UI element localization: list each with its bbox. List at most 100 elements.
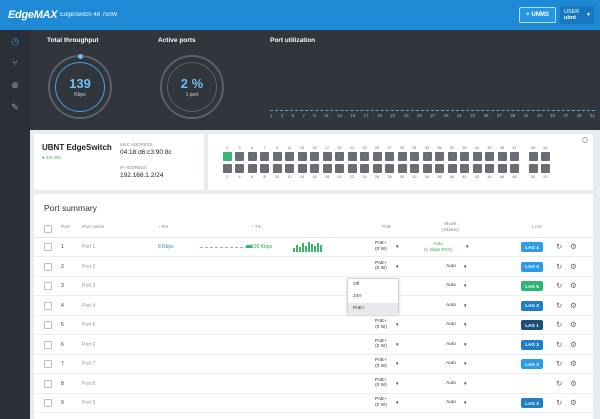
chevron-down-icon[interactable]: ▼ <box>463 322 467 327</box>
gear-icon[interactable]: ⚙ <box>570 262 577 271</box>
refresh-icon[interactable]: ↻ <box>556 281 562 290</box>
chevron-down-icon[interactable]: ▼ <box>463 381 467 386</box>
gear-icon[interactable]: ⚙ <box>570 398 577 407</box>
port-map-port[interactable] <box>322 164 332 173</box>
port-map-port[interactable] <box>385 164 394 173</box>
port-map-port[interactable] <box>360 164 369 173</box>
gear-icon[interactable]: ⚙ <box>570 301 577 310</box>
port-map-port[interactable] <box>541 164 550 173</box>
port-map-port[interactable] <box>528 164 538 173</box>
chevron-down-icon[interactable]: ▼ <box>463 400 467 405</box>
port-map-port[interactable] <box>422 164 432 173</box>
port-map-port[interactable] <box>297 152 307 161</box>
port-map-port[interactable] <box>447 164 457 173</box>
lag-badge[interactable]: LAG 3 <box>521 359 543 369</box>
chevron-down-icon[interactable]: ▼ <box>395 244 399 249</box>
dashboard-icon[interactable]: ◷ <box>0 30 30 52</box>
port-map-port[interactable] <box>485 152 494 161</box>
port-map-port[interactable] <box>497 164 507 173</box>
refresh-icon[interactable]: ↻ <box>556 262 562 271</box>
ports-icon[interactable]: ⑂ <box>0 52 30 74</box>
port-name[interactable]: Port 3 <box>82 283 95 289</box>
port-map-port[interactable] <box>247 164 257 173</box>
mode-select[interactable]: Auto (1 Gbps FDX) <box>424 241 452 252</box>
port-map-port[interactable] <box>360 152 369 161</box>
port-name[interactable]: Port 2 <box>82 264 95 270</box>
poe-select[interactable]: PoE+ (0 W) <box>375 241 387 252</box>
refresh-icon[interactable]: ↻ <box>556 242 562 251</box>
port-map-port[interactable] <box>322 152 332 161</box>
port-map-port[interactable] <box>497 152 507 161</box>
refresh-icon[interactable]: ↻ <box>556 398 562 407</box>
chevron-down-icon[interactable]: ▼ <box>463 342 467 347</box>
chevron-down-icon[interactable]: ▼ <box>465 244 469 249</box>
gear-icon[interactable]: ⚙ <box>570 320 577 329</box>
gear-icon[interactable]: ⚙ <box>570 281 577 290</box>
chevron-down-icon[interactable]: ▼ <box>395 400 399 405</box>
mode-select[interactable]: Auto <box>446 322 456 327</box>
port-map-port[interactable] <box>410 164 419 173</box>
port-map-port[interactable] <box>310 164 319 173</box>
lag-badge[interactable]: LAG 4 <box>521 242 543 252</box>
unms-button[interactable]: + UNMS <box>519 7 556 23</box>
user-menu[interactable]: USER ubnt ▼ <box>560 6 594 24</box>
dropdown-option[interactable]: PoE+ <box>348 303 398 315</box>
port-map-port[interactable] <box>285 164 294 173</box>
port-map-port[interactable] <box>397 164 407 173</box>
port-map-port[interactable] <box>435 152 444 161</box>
lag-badge[interactable]: LAG 4 <box>521 261 543 272</box>
mode-select[interactable]: Auto <box>446 361 456 366</box>
lag-badge[interactable]: LAG 1 <box>521 320 543 330</box>
routing-globe-icon[interactable]: ⊕ <box>0 74 30 96</box>
port-map-port[interactable] <box>222 164 232 173</box>
port-map-port[interactable] <box>260 164 269 173</box>
port-name[interactable]: Port 9 <box>82 400 95 406</box>
port-map-port[interactable] <box>485 164 494 173</box>
poe-select[interactable]: PoE+ (0 W) <box>375 339 387 350</box>
refresh-icon[interactable]: ↻ <box>556 340 562 349</box>
port-name[interactable]: Port 1 <box>82 244 95 250</box>
chevron-down-icon[interactable]: ▼ <box>395 342 399 347</box>
port-map-port[interactable] <box>372 152 382 161</box>
row-checkbox[interactable] <box>44 360 52 368</box>
port-map-port[interactable] <box>472 164 482 173</box>
port-map-port[interactable] <box>528 152 538 161</box>
port-map-port[interactable] <box>235 164 244 173</box>
row-checkbox[interactable] <box>44 399 52 407</box>
chevron-down-icon[interactable]: ▼ <box>463 264 467 269</box>
mode-select[interactable]: Auto <box>446 283 456 288</box>
col-tx[interactable]: ↑ TX <box>251 225 261 230</box>
port-map-port[interactable] <box>335 152 344 161</box>
poe-select[interactable]: PoE+ (0 W) <box>375 358 387 369</box>
mode-select[interactable]: Auto <box>446 400 456 405</box>
chevron-down-icon[interactable]: ▼ <box>395 361 399 366</box>
chevron-down-icon[interactable]: ▼ <box>395 264 399 269</box>
port-map-port[interactable] <box>410 152 419 161</box>
mode-select[interactable]: Auto <box>446 303 456 308</box>
port-map-port[interactable] <box>447 152 457 161</box>
row-checkbox[interactable] <box>44 379 52 388</box>
port-map-port[interactable] <box>347 164 357 173</box>
port-map-port[interactable] <box>260 152 269 161</box>
port-map-port[interactable] <box>385 152 394 161</box>
port-map-port[interactable] <box>272 152 282 161</box>
dropdown-option[interactable]: 24V <box>348 291 398 303</box>
port-map-port[interactable] <box>347 152 357 161</box>
row-checkbox[interactable] <box>44 262 52 271</box>
port-name[interactable]: Port 5 <box>82 322 95 328</box>
lag-badge[interactable]: LAG 3 <box>521 339 543 350</box>
port-map-port[interactable] <box>297 164 307 173</box>
port-map-port[interactable] <box>335 164 344 173</box>
lag-badge[interactable]: LAG 5 <box>521 281 543 291</box>
poe-select[interactable]: PoE+ (0 W) <box>375 378 387 389</box>
port-map-port[interactable] <box>510 164 519 173</box>
chevron-down-icon[interactable]: ▼ <box>395 322 399 327</box>
port-map-port[interactable] <box>541 152 550 161</box>
port-map-port[interactable] <box>397 152 407 161</box>
tools-wrench-icon[interactable]: ✎ <box>0 96 30 118</box>
port-name[interactable]: Port 6 <box>82 342 95 348</box>
refresh-icon[interactable]: ↻ <box>556 359 562 368</box>
row-checkbox[interactable] <box>44 243 52 251</box>
port-map-port[interactable] <box>435 164 444 173</box>
row-checkbox[interactable] <box>44 282 52 290</box>
